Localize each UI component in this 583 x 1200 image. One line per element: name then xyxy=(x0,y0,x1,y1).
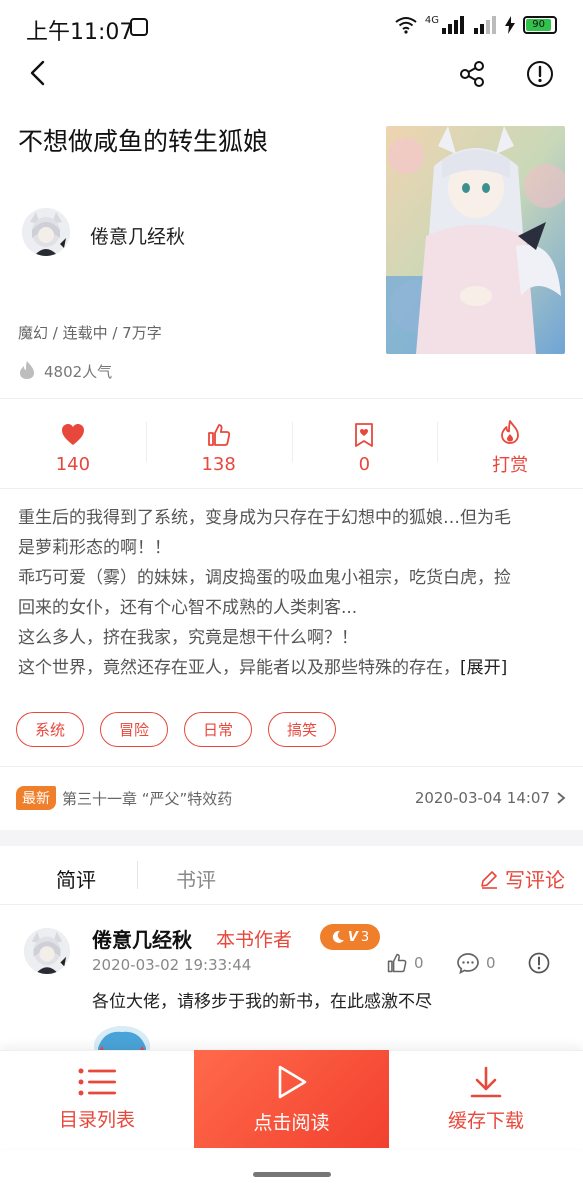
synopsis-line: 回来的女仆，还有个心智不成熟的人类刺客... xyxy=(18,598,358,618)
ticket-button[interactable]: 0 xyxy=(291,408,438,488)
synopsis[interactable]: 重生后的我得到了系统，变身成为只存在于幻想中的狐娘…但为毛 是萝莉形态的啊！！ … xyxy=(18,503,566,683)
tab-short-review[interactable]: 简评 xyxy=(56,864,96,893)
thumb-up-icon xyxy=(207,423,230,446)
status-time: 上午11:07 xyxy=(26,20,134,45)
divider xyxy=(0,904,583,905)
tag-system[interactable]: 系统 xyxy=(16,712,85,747)
battery-icon: 90 xyxy=(523,16,557,34)
synopsis-line: 重生后的我得到了系统，变身成为只存在于幻想中的狐娘…但为毛 xyxy=(18,508,511,528)
moon-icon xyxy=(332,930,344,943)
charging-icon xyxy=(505,16,515,34)
tag-daily[interactable]: 日常 xyxy=(184,712,253,747)
tab-divider xyxy=(137,861,138,889)
tag-list: 系统 冒险 日常 搞笑 xyxy=(16,712,337,747)
book-title: 不想做咸鱼的转生狐娘 xyxy=(18,127,269,156)
play-icon xyxy=(278,1065,306,1098)
book-meta: 魔幻 / 连载中 / 7万字 xyxy=(18,324,162,342)
reward-label: 打赏 xyxy=(492,455,529,476)
expand-link[interactable]: [展开] xyxy=(460,658,507,678)
comment-avatar[interactable] xyxy=(24,928,70,974)
comment-bubble-icon xyxy=(457,953,479,974)
book-cover[interactable] xyxy=(386,126,565,354)
vip-level: 3 xyxy=(360,929,370,945)
flame-icon xyxy=(501,420,520,444)
write-review-label: 写评论 xyxy=(505,868,565,892)
back-icon[interactable] xyxy=(24,58,54,88)
favorite-count: 140 xyxy=(55,453,91,475)
wifi-icon xyxy=(395,17,417,34)
status-indicators: 4G 90 xyxy=(395,14,557,34)
comment-like-count: 0 xyxy=(414,954,424,972)
book-detail-screen: 上午11:07 4G 90 不想做咸鱼的转生狐娘 倦意几经秋 魔幻 / 连载中 … xyxy=(0,0,583,1200)
latest-chapter-date: 2020-03-04 14:07 xyxy=(414,789,550,807)
pen-icon xyxy=(481,870,497,889)
latest-chapter-row[interactable]: 最新 第三十一章 “严父”特效药 2020-03-04 14:07 xyxy=(16,786,566,810)
vip-level-badge: V3 xyxy=(320,924,380,950)
divider xyxy=(0,488,583,489)
signal-icon-2 xyxy=(474,16,496,34)
tab-book-review[interactable]: 书评 xyxy=(176,864,216,893)
download-label: 缓存下载 xyxy=(447,1109,524,1132)
like-button[interactable]: 138 xyxy=(145,408,292,488)
comment-reply-count: 0 xyxy=(486,954,496,972)
latest-badge: 最新 xyxy=(16,786,56,810)
author-avatar[interactable] xyxy=(22,208,70,256)
comment-date: 2020-03-02 19:33:44 xyxy=(92,956,252,974)
write-review-button[interactable]: 写评论 xyxy=(479,864,565,893)
heart-icon xyxy=(61,423,84,445)
catalog-label: 目录列表 xyxy=(58,1108,135,1131)
read-label: 点击阅读 xyxy=(253,1111,330,1134)
download-button[interactable]: 缓存下载 xyxy=(389,1050,583,1148)
popularity-flame-icon xyxy=(20,361,34,379)
ticket-count: 0 xyxy=(358,453,371,475)
signal-icon xyxy=(442,16,464,34)
catalog-button[interactable]: 目录列表 xyxy=(0,1050,194,1148)
synopsis-last-line: 这个世界，竟然还存在亚人，异能者以及那些特殊的存在，[展开] xyxy=(18,653,566,683)
comment-text: 各位大佬，请移步于我的新书，在此感激不尽 xyxy=(92,992,432,1012)
popularity-count: 4802人气 xyxy=(44,363,113,381)
favorite-button[interactable]: 140 xyxy=(0,408,146,488)
synopsis-line: 这个世界，竟然还存在亚人，异能者以及那些特殊的存在， xyxy=(18,658,460,678)
home-indicator[interactable] xyxy=(253,1172,331,1177)
author-name[interactable]: 倦意几经秋 xyxy=(90,222,185,249)
synopsis-line: 是萝莉形态的啊！！ xyxy=(18,538,171,558)
thumb-up-icon xyxy=(387,953,407,973)
like-count: 138 xyxy=(201,453,236,475)
notification-icon xyxy=(130,18,148,36)
download-icon xyxy=(470,1066,502,1097)
comment-username[interactable]: 倦意几经秋 xyxy=(92,924,192,953)
comment-reply-button[interactable]: 0 xyxy=(456,952,496,974)
bookmark-ticket-icon xyxy=(355,422,374,447)
comment-report-icon[interactable] xyxy=(528,952,550,974)
tag-adventure[interactable]: 冒险 xyxy=(100,712,169,747)
section-separator xyxy=(0,830,583,846)
divider xyxy=(0,398,583,399)
share-icon[interactable] xyxy=(458,60,486,88)
author-role-label: 本书作者 xyxy=(216,929,293,951)
comment-like-button[interactable]: 0 xyxy=(386,952,424,974)
battery-level: 90 xyxy=(526,19,552,31)
list-icon xyxy=(78,1068,116,1095)
report-icon[interactable] xyxy=(526,60,554,88)
chevron-right-icon xyxy=(557,792,566,804)
latest-chapter-title: 第三十一章 “严父”特效药 xyxy=(62,789,233,808)
stats-bar: 140 138 0 打赏 xyxy=(0,408,583,488)
synopsis-line: 这么多人，挤在我家，究竟是想干什么啊？！ xyxy=(18,628,358,648)
network-label: 4G xyxy=(424,14,439,26)
tag-comedy[interactable]: 搞笑 xyxy=(268,712,337,747)
synopsis-line: 乖巧可爱（雾）的妹妹，调皮捣蛋的吸血鬼小祖宗，吃货白虎，捡 xyxy=(18,568,511,588)
reward-button[interactable]: 打赏 xyxy=(437,408,583,488)
divider xyxy=(0,766,583,767)
read-button[interactable]: 点击阅读 xyxy=(194,1050,389,1148)
